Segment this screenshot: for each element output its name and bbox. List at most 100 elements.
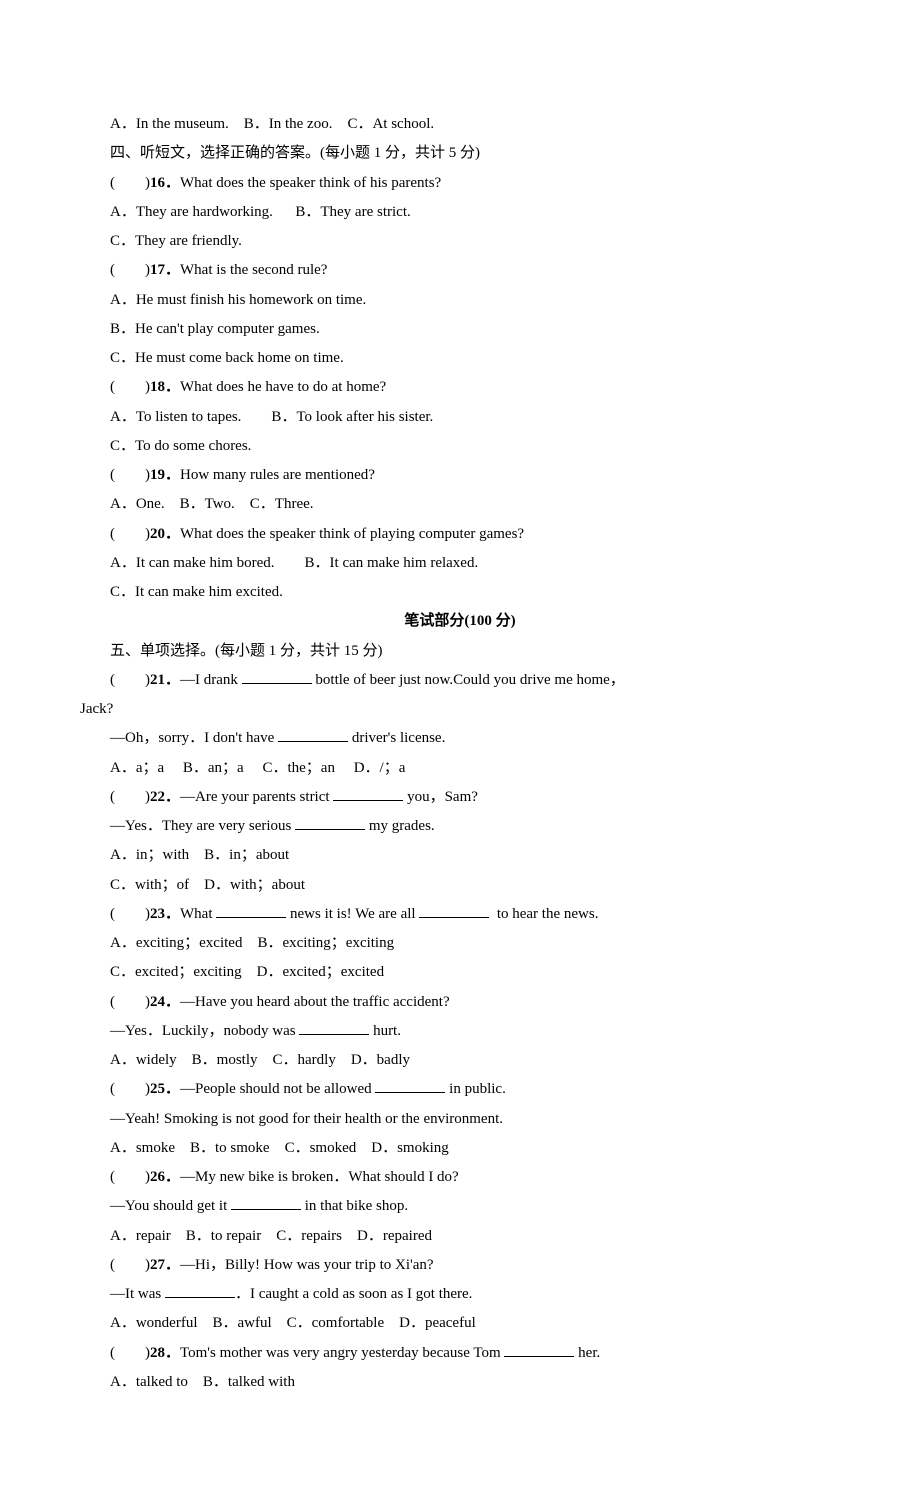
blank-icon	[165, 1283, 235, 1298]
q21-prompt: ( )	[110, 672, 150, 688]
q19-stem: How many rules are mentioned?	[180, 467, 375, 483]
q28-stem-pre: Tom's mother was very angry yesterday be…	[180, 1345, 504, 1361]
q24-reply-pre: —Yes．Luckily，nobody was	[110, 1023, 299, 1039]
q28: ( )28．Tom's mother was very angry yester…	[80, 1339, 840, 1368]
q22-reply: —Yes．They are very serious my grades.	[80, 812, 840, 841]
q23-stem-pre: What	[180, 906, 216, 922]
q16-opt-a: A．They are hard­working. B．They are stri…	[80, 198, 840, 227]
blank-icon	[419, 903, 489, 918]
q16-num: 16．	[150, 175, 180, 191]
q18-prompt: ( )	[110, 379, 150, 395]
q18-opt-a: A．To listen to tapes. B．To look after hi…	[80, 403, 840, 432]
q23-opts2: C．excited；exciting D．excited；excited	[80, 958, 840, 987]
blank-icon	[333, 786, 403, 801]
q23-stem-mid: news it is! We are all	[286, 906, 419, 922]
q22-opts2: C．with；of D．with；about	[80, 871, 840, 900]
q27-opts: A．wonderful B．awful C．comfortable D．peac…	[80, 1309, 840, 1338]
q19-num: 19．	[150, 467, 180, 483]
q17: ( )17．What is the second rule?	[80, 256, 840, 285]
blank-icon	[375, 1078, 445, 1093]
q24-opts: A．widely B．mostly C．hardly D．badly	[80, 1046, 840, 1075]
q27-stem: —Hi，Billy! How was your trip to Xi'an?	[180, 1257, 434, 1273]
q28-opts: A．talked to B．talked with	[80, 1368, 840, 1397]
q20-opt-c: C．It can make him excited.	[80, 578, 840, 607]
q26-stem: —My new bike is broken．What should I do?	[180, 1169, 459, 1185]
blank-icon	[216, 903, 286, 918]
q21-line2: Jack?	[80, 695, 840, 724]
q26-reply-pre: —You should get it	[110, 1198, 231, 1214]
q20-opt-a: A．It can make him bored. B．It can make h…	[80, 549, 840, 578]
s4-header: 四、听短文，选择正确的答案。(每小题 1 分，共计 5 分)	[80, 139, 840, 168]
q27-num: 27．	[150, 1257, 180, 1273]
q22-stem-pre: —Are your parents strict	[180, 789, 333, 805]
q24-reply-post: hurt.	[369, 1023, 401, 1039]
q25-stem-post: in public.	[445, 1081, 505, 1097]
q25-num: 25．	[150, 1081, 180, 1097]
q19-prompt: ( )	[110, 467, 150, 483]
q22: ( )22．—Are your parents strict you，Sam?	[80, 783, 840, 812]
q26-reply-post: in that bike shop.	[301, 1198, 408, 1214]
q21: ( )21．—I drank bottle of beer just now.C…	[80, 666, 840, 695]
q17-opt-b: B．He can't play computer games.	[80, 315, 840, 344]
q19-opt: A．One. B．Two. C．Three.	[80, 490, 840, 519]
blank-icon	[231, 1195, 301, 1210]
q21-opts: A．a；a B．an；a C．the；an D．/；a	[80, 754, 840, 783]
q24-reply: —Yes．Luckily，nobody was hurt.	[80, 1017, 840, 1046]
q27-reply-pre: —It was	[110, 1286, 165, 1302]
q22-stem-post: you，Sam?	[403, 789, 478, 805]
blank-icon	[295, 815, 365, 830]
q26-prompt: ( )	[110, 1169, 150, 1185]
q16-prompt: ( )	[110, 175, 150, 191]
q22-reply-pre: —Yes．They are very serious	[110, 818, 295, 834]
q18-num: 18．	[150, 379, 180, 395]
q16-stem: What does the speaker think of his paren…	[180, 175, 441, 191]
q25-reply: —Yeah! Smoking is not good for their hea…	[80, 1105, 840, 1134]
q26: ( )26．—My new bike is broken．What should…	[80, 1163, 840, 1192]
q19: ( )19．How many rules are mentioned?	[80, 461, 840, 490]
q28-num: 28．	[150, 1345, 180, 1361]
q18: ( )18．What does he have to do at home?	[80, 373, 840, 402]
q21-stem-post: bottle of beer just now.Could you drive …	[312, 672, 625, 688]
blank-icon	[299, 1020, 369, 1035]
q17-opt-a: A．He must finish his homework on time.	[80, 286, 840, 315]
q20: ( )20．What does the speaker think of pla…	[80, 520, 840, 549]
blank-icon	[278, 727, 348, 742]
q23-num: 23．	[150, 906, 180, 922]
q26-opts: A．repair B．to repair C．repairs D．repaire…	[80, 1222, 840, 1251]
q16-opt-c: C．They are friendly.	[80, 227, 840, 256]
q24-prompt: ( )	[110, 994, 150, 1010]
q17-opt-c: C．He must come back home on time.	[80, 344, 840, 373]
q20-stem: What does the speaker think of playing c…	[180, 526, 524, 542]
q23-opts1: A．exciting；excited B．exciting；exciting	[80, 929, 840, 958]
q26-num: 26．	[150, 1169, 180, 1185]
q17-prompt: ( )	[110, 262, 150, 278]
q18-opt-c: C．To do some chores.	[80, 432, 840, 461]
q20-num: 20．	[150, 526, 180, 542]
q21-stem-pre: —I drank	[180, 672, 242, 688]
q16: ( )16．What does the speaker think of his…	[80, 169, 840, 198]
q21-num: 21．	[150, 672, 180, 688]
q17-num: 17．	[150, 262, 180, 278]
q25-stem-pre: —People should not be allowed	[180, 1081, 375, 1097]
blank-icon	[242, 669, 312, 684]
q28-stem-post: her.	[574, 1345, 600, 1361]
q27-reply-post: ．I caught a cold as soon as I got there.	[235, 1286, 472, 1302]
q27: ( )27．—Hi，Billy! How was your trip to Xi…	[80, 1251, 840, 1280]
q25: ( )25．—People should not be allowed in p…	[80, 1075, 840, 1104]
q24-stem: —Have you heard about the traffic accide…	[180, 994, 450, 1010]
q20-prompt: ( )	[110, 526, 150, 542]
q23-stem-post: to hear the news.	[489, 906, 598, 922]
q22-num: 22．	[150, 789, 180, 805]
q25-prompt: ( )	[110, 1081, 150, 1097]
q26-reply: —You should get it in that bike shop.	[80, 1192, 840, 1221]
q22-reply-post: my grades.	[365, 818, 435, 834]
q23-prompt: ( )	[110, 906, 150, 922]
q24-num: 24．	[150, 994, 180, 1010]
blank-icon	[504, 1342, 574, 1357]
q28-prompt: ( )	[110, 1345, 150, 1361]
q22-opts1: A．in；with B．in；about	[80, 841, 840, 870]
q23: ( )23．What news it is! We are all to hea…	[80, 900, 840, 929]
q17-stem: What is the second rule?	[180, 262, 327, 278]
s5-header: 五、单项选择。(每小题 1 分，共计 15 分)	[80, 637, 840, 666]
q21-reply: —Oh，sorry．I don't have driver's license.	[80, 724, 840, 753]
